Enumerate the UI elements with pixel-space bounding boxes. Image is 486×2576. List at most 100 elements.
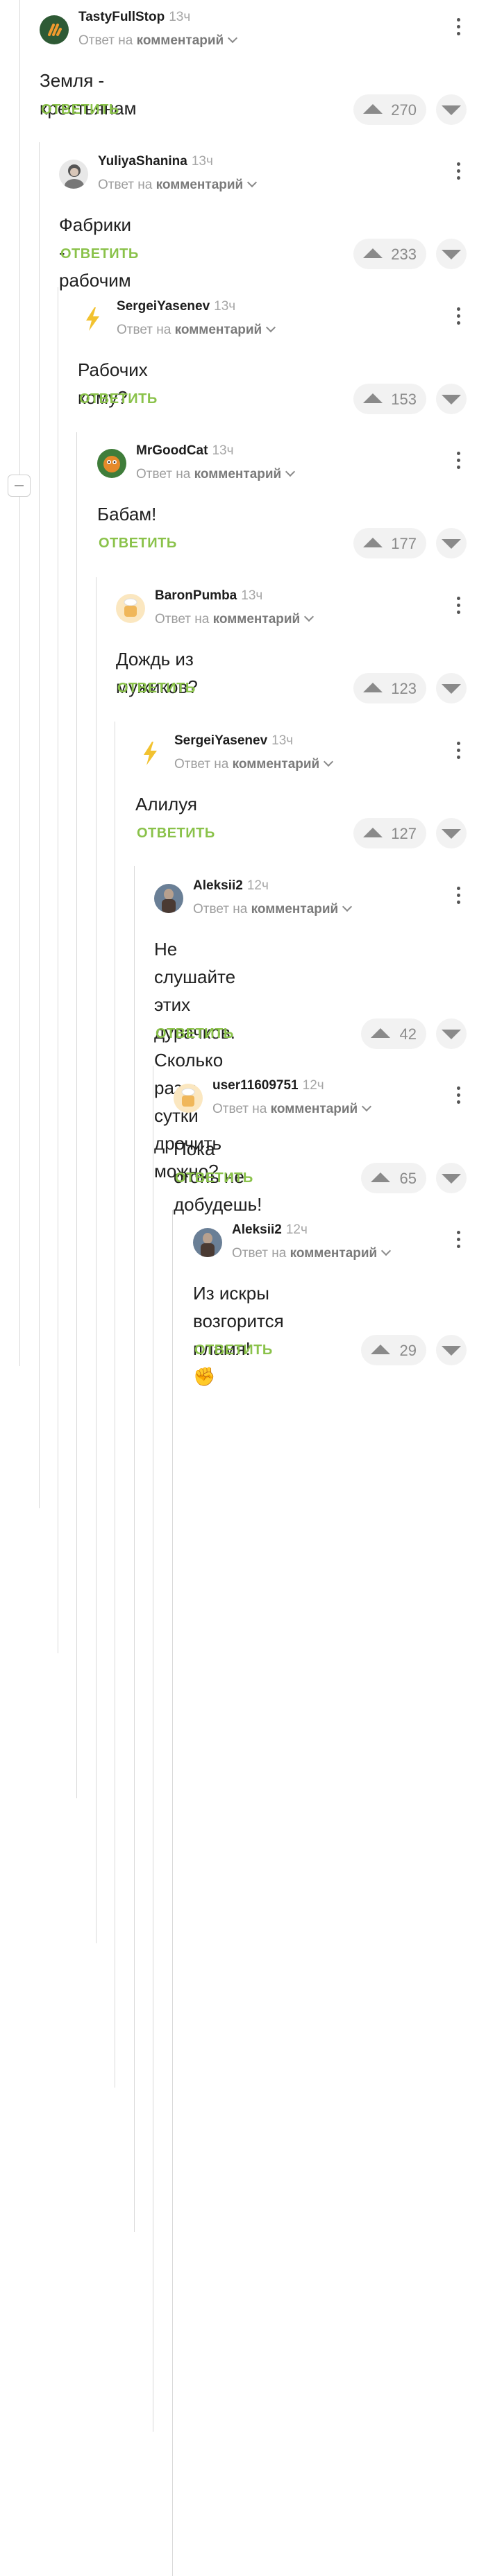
avatar[interactable]	[154, 884, 183, 913]
reply-to-link[interactable]: Ответ на комментарий	[232, 1245, 392, 1261]
triangle-down-icon	[442, 1030, 461, 1039]
triangle-up-icon	[363, 393, 383, 403]
reply-button[interactable]: ОТВЕТИТЬ	[156, 1026, 234, 1042]
reply-to-link[interactable]: Ответ на комментарий	[212, 1101, 372, 1117]
triangle-down-icon	[442, 1174, 461, 1184]
upvote-button[interactable]: 29	[361, 1335, 426, 1365]
more-vertical-icon[interactable]	[456, 887, 460, 907]
downvote-button[interactable]	[436, 1163, 467, 1193]
triangle-up-icon	[363, 683, 383, 692]
comment-score: 177	[391, 535, 417, 552]
comment-score: 42	[399, 1025, 417, 1043]
avatar[interactable]	[174, 1084, 203, 1113]
downvote-button[interactable]	[436, 673, 467, 703]
upvote-button[interactable]: 127	[353, 818, 426, 848]
triangle-up-icon	[363, 104, 383, 114]
chevron-down-icon	[228, 33, 238, 44]
comment-author[interactable]: SergeiYasenev 13ч	[117, 299, 235, 314]
comment-author[interactable]: MrGoodCat 13ч	[136, 443, 233, 459]
triangle-up-icon	[363, 538, 383, 547]
triangle-down-icon	[442, 1346, 461, 1356]
reply-button[interactable]: ОТВЕТИТЬ	[175, 1170, 253, 1186]
downvote-button[interactable]	[436, 239, 467, 269]
avatar[interactable]	[116, 594, 145, 623]
more-vertical-icon[interactable]	[456, 162, 460, 183]
collapse-thread-button[interactable]	[8, 475, 31, 497]
chevron-down-icon	[304, 611, 315, 622]
comment-score: 153	[391, 391, 417, 408]
avatar[interactable]	[193, 1228, 222, 1257]
reply-button[interactable]: ОТВЕТИТЬ	[60, 246, 139, 262]
downvote-button[interactable]	[436, 1018, 467, 1049]
avatar[interactable]	[59, 160, 88, 189]
comment-author[interactable]: TastyFullStop 13ч	[78, 10, 190, 25]
reply-to-link[interactable]: Ответ на комментарий	[155, 611, 315, 627]
reply-to-link[interactable]: Ответ на комментарий	[117, 322, 276, 338]
comment-score: 29	[399, 1342, 417, 1359]
upvote-button[interactable]: 177	[353, 528, 426, 558]
thread-line	[96, 577, 97, 1943]
avatar[interactable]	[135, 739, 165, 768]
comment-author[interactable]: SergeiYasenev 13ч	[174, 733, 293, 749]
upvote-button[interactable]: 153	[353, 384, 426, 414]
downvote-button[interactable]	[436, 1335, 467, 1365]
more-vertical-icon[interactable]	[456, 18, 460, 39]
comment-author[interactable]: user11609751 12ч	[212, 1078, 324, 1093]
triangle-up-icon	[363, 248, 383, 258]
avatar[interactable]	[97, 449, 126, 478]
avatar[interactable]	[40, 15, 69, 44]
triangle-up-icon	[371, 1028, 390, 1038]
triangle-down-icon	[442, 684, 461, 694]
more-vertical-icon[interactable]	[456, 1231, 460, 1252]
downvote-button[interactable]	[436, 818, 467, 848]
raised-fist-emoji: ✊	[193, 1366, 216, 1387]
comment-text: Бабам!	[97, 504, 157, 524]
comment-author[interactable]: Aleksii2 12ч	[232, 1222, 308, 1238]
reply-to-link[interactable]: Ответ на комментарий	[98, 177, 258, 193]
more-vertical-icon[interactable]	[456, 1086, 460, 1107]
comment-score: 123	[391, 680, 417, 697]
upvote-button[interactable]: 270	[353, 94, 426, 125]
upvote-button[interactable]: 42	[361, 1018, 426, 1049]
triangle-down-icon	[442, 539, 461, 549]
more-vertical-icon[interactable]	[456, 307, 460, 328]
downvote-button[interactable]	[436, 94, 467, 125]
reply-button[interactable]: ОТВЕТИТЬ	[79, 391, 158, 407]
comment-time: 13ч	[241, 588, 263, 603]
triangle-down-icon	[442, 395, 461, 404]
reply-to-link[interactable]: Ответ на комментарий	[193, 901, 353, 917]
comment-score: 233	[391, 246, 417, 263]
more-vertical-icon[interactable]	[456, 452, 460, 472]
triangle-up-icon	[371, 1345, 390, 1354]
comment-author[interactable]: Aleksii2 12ч	[193, 878, 269, 894]
chevron-down-icon	[266, 322, 276, 333]
upvote-button[interactable]: 123	[353, 673, 426, 703]
chevron-down-icon	[362, 1101, 372, 1112]
comment-time: 13ч	[212, 443, 234, 458]
reply-to-link[interactable]: Ответ на комментарий	[174, 756, 334, 772]
reply-button[interactable]: ОТВЕТИТЬ	[117, 681, 196, 697]
more-vertical-icon[interactable]	[456, 742, 460, 762]
reply-button[interactable]: ОТВЕТИТЬ	[41, 102, 119, 118]
upvote-button[interactable]: 233	[353, 239, 426, 269]
chevron-down-icon	[285, 466, 296, 477]
reply-button[interactable]: ОТВЕТИТЬ	[137, 826, 215, 842]
reply-to-link[interactable]: Ответ на комментарий	[136, 466, 296, 482]
comment-author[interactable]: BaronPumba 13ч	[155, 588, 262, 604]
thread-line	[134, 866, 135, 2232]
reply-to-link[interactable]: Ответ на комментарий	[78, 33, 238, 49]
downvote-button[interactable]	[436, 384, 467, 414]
more-vertical-icon[interactable]	[456, 597, 460, 617]
avatar[interactable]	[78, 305, 107, 334]
comment-text: Из искры возгорится пламя! ✊	[193, 1279, 284, 1390]
upvote-button[interactable]: 65	[361, 1163, 426, 1193]
reply-button[interactable]: ОТВЕТИТЬ	[99, 536, 177, 552]
comment-time: 12ч	[246, 878, 269, 893]
triangle-down-icon	[442, 250, 461, 259]
comment-text: Алилуя	[135, 794, 197, 814]
chevron-down-icon	[381, 1245, 392, 1256]
downvote-button[interactable]	[436, 528, 467, 558]
reply-button[interactable]: ОТВЕТИТЬ	[194, 1342, 273, 1358]
triangle-down-icon	[442, 105, 461, 115]
comment-author[interactable]: YuliyaShanina 13ч	[98, 154, 213, 169]
